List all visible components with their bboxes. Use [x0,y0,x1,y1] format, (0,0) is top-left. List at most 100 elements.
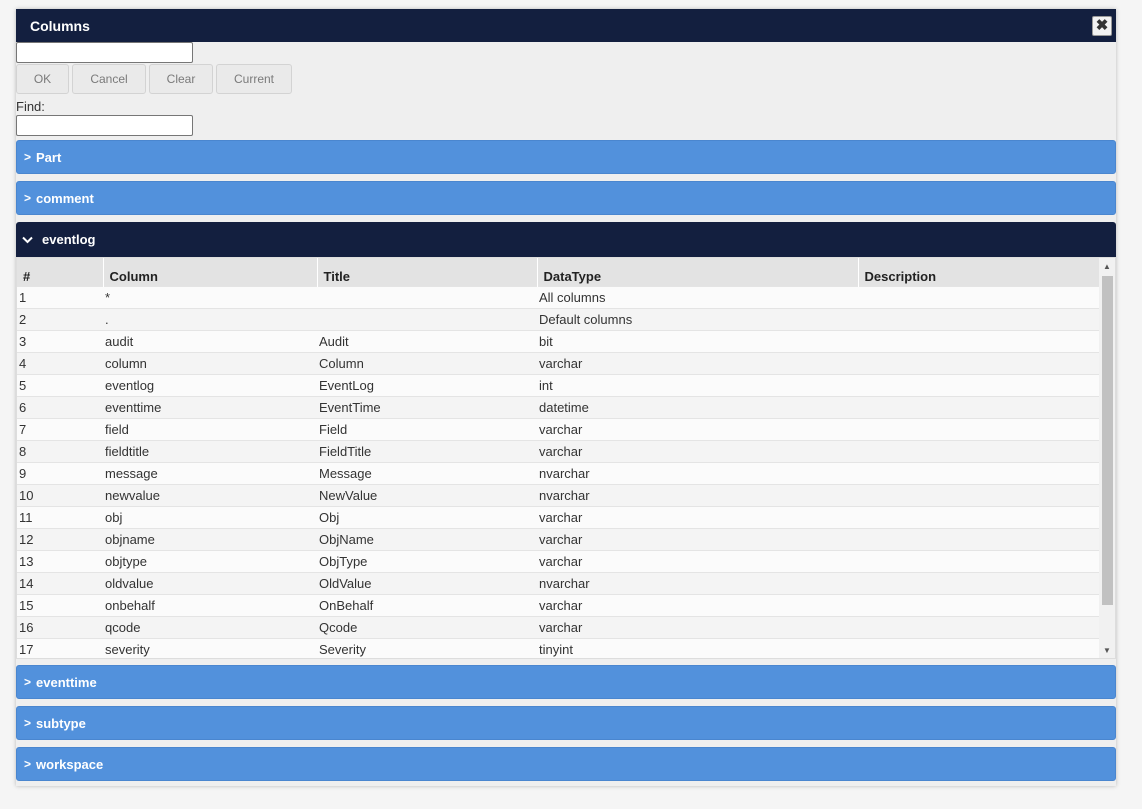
cell-description [858,572,1099,595]
cell-title: Obj [317,506,537,529]
cell-description [858,506,1099,529]
cell-number: 15 [17,594,103,617]
table-row[interactable]: 15 onbehalf OnBehalf varchar [17,594,1099,617]
header-title[interactable]: Title [316,258,537,287]
header-column[interactable]: Column [102,258,317,287]
cell-number: 7 [17,418,103,441]
cell-datatype: varchar [537,528,858,551]
header-datatype[interactable]: DataType [536,258,858,287]
group-comment[interactable]: > comment [16,181,1116,215]
table-row[interactable]: 8 fieldtitle FieldTitle varchar [17,440,1099,463]
group-eventlog[interactable]: eventlog [16,222,1116,257]
cell-title [317,308,537,331]
cell-number: 12 [17,528,103,551]
clear-button[interactable]: Clear [149,64,213,94]
table-row[interactable]: 5 eventlog EventLog int [17,374,1099,397]
cell-column: objname [103,528,317,551]
header-number[interactable]: # [17,258,103,287]
cell-column: eventtime [103,396,317,419]
find-label: Find: [16,99,45,114]
cell-description [858,594,1099,617]
table-row[interactable]: 14 oldvalue OldValue nvarchar [17,572,1099,595]
table-row[interactable]: 7 field Field varchar [17,418,1099,441]
table-row[interactable]: 1 * All columns [17,286,1099,309]
dialog-titlebar: Columns ✖ [16,9,1116,42]
cancel-button[interactable]: Cancel [72,64,146,94]
cell-title: Qcode [317,616,537,639]
group-label: workspace [36,756,104,772]
cell-number: 4 [17,352,103,375]
table-row[interactable]: 16 qcode Qcode varchar [17,616,1099,639]
cell-description [858,616,1099,639]
cell-number: 11 [17,506,103,529]
scroll-down-icon[interactable]: ▼ [1099,642,1115,658]
cell-column: obj [103,506,317,529]
table-row[interactable]: 9 message Message nvarchar [17,462,1099,485]
find-input[interactable] [16,115,193,136]
table-row[interactable]: 12 objname ObjName varchar [17,528,1099,551]
cell-description [858,484,1099,507]
table-row[interactable]: 17 severity Severity tinyint [17,638,1099,658]
group-label: eventlog [42,232,96,247]
ok-button[interactable]: OK [16,64,69,94]
cell-number: 8 [17,440,103,463]
cell-datatype: varchar [537,440,858,463]
group-label: subtype [36,715,86,731]
table-row[interactable]: 10 newvalue NewValue nvarchar [17,484,1099,507]
cell-description [858,462,1099,485]
close-icon[interactable]: ✖ [1092,15,1112,36]
chevron-right-icon: > [24,150,32,164]
cell-number: 14 [17,572,103,595]
cell-title: ObjType [317,550,537,573]
cell-datatype: nvarchar [537,462,858,485]
cell-description [858,286,1099,309]
cell-description [858,418,1099,441]
cell-description [858,374,1099,397]
cell-datatype: varchar [537,616,858,639]
cell-column: message [103,462,317,485]
cell-title: FieldTitle [317,440,537,463]
cell-number: 5 [17,374,103,397]
cell-title: Field [317,418,537,441]
group-subtype[interactable]: > subtype [16,706,1116,740]
group-label: eventtime [36,674,97,690]
cell-title: NewValue [317,484,537,507]
table-row[interactable]: 11 obj Obj varchar [17,506,1099,529]
scroll-thumb[interactable] [1102,276,1113,605]
group-workspace[interactable]: > workspace [16,747,1116,781]
scroll-up-icon[interactable]: ▲ [1099,258,1115,274]
cell-column: audit [103,330,317,353]
cell-title: Severity [317,638,537,658]
cell-datatype: tinyint [537,638,858,658]
cell-description [858,638,1099,658]
table-scrollbar[interactable]: ▲ ▼ [1099,258,1115,658]
table-row[interactable]: 6 eventtime EventTime datetime [17,396,1099,419]
cell-number: 6 [17,396,103,419]
chevron-right-icon: > [24,757,32,771]
chevron-down-icon [22,233,33,247]
cell-column: * [103,286,317,309]
chevron-right-icon: > [24,675,32,689]
cell-title: Audit [317,330,537,353]
cell-title: OnBehalf [317,594,537,617]
cell-column: onbehalf [103,594,317,617]
cell-number: 9 [17,462,103,485]
cell-datatype: datetime [537,396,858,419]
table-row[interactable]: 3 audit Audit bit [17,330,1099,353]
table-header-row: # Column Title DataType Description [17,258,1099,287]
cell-datatype: varchar [537,506,858,529]
cell-title: ObjName [317,528,537,551]
cell-number: 10 [17,484,103,507]
group-part[interactable]: > Part [16,140,1116,174]
cell-datatype: varchar [537,418,858,441]
cell-column: newvalue [103,484,317,507]
table-row[interactable]: 13 objtype ObjType varchar [17,550,1099,573]
header-description[interactable]: Description [857,258,1099,287]
table-row[interactable]: 4 column Column varchar [17,352,1099,375]
group-eventtime[interactable]: > eventtime [16,665,1116,699]
current-button[interactable]: Current [216,64,292,94]
table-row[interactable]: 2. Default columns [17,308,1099,331]
column-list-input[interactable] [16,42,193,63]
group-label: comment [36,190,94,206]
columns-dialog: Columns ✖ OK Cancel Clear Current Find: … [16,9,1116,786]
